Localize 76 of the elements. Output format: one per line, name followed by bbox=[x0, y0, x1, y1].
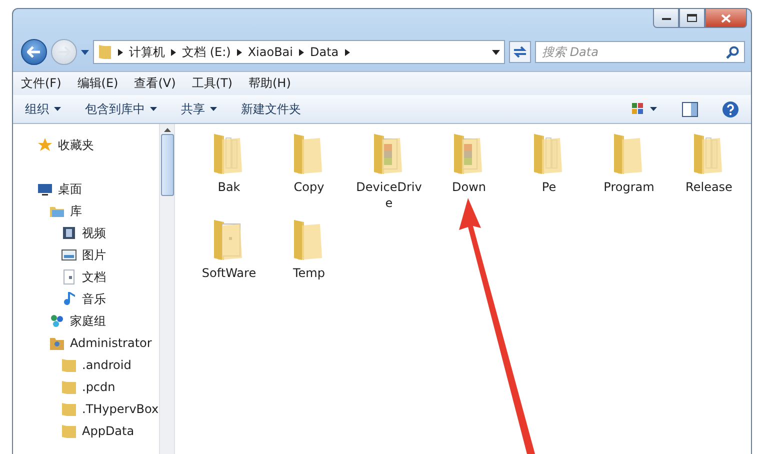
sidebar-item[interactable]: 库 bbox=[70, 202, 82, 220]
folder-name[interactable]: Down bbox=[434, 179, 504, 195]
homegroup-icon bbox=[49, 313, 65, 329]
folder-icon bbox=[61, 379, 77, 395]
search-field[interactable]: 搜索 Data bbox=[535, 41, 745, 63]
folder-name[interactable]: Pe bbox=[514, 179, 584, 195]
chevron-icon[interactable] bbox=[118, 48, 123, 56]
menu-item[interactable]: 编辑(E) bbox=[77, 75, 118, 92]
toolbar-button[interactable]: 组织 bbox=[25, 100, 61, 118]
chevron-icon[interactable] bbox=[171, 48, 176, 56]
breadcrumb[interactable]: 文档 (E:) bbox=[182, 44, 231, 60]
sidebar-item[interactable]: 视频 bbox=[82, 224, 106, 242]
breadcrumb[interactable]: Data bbox=[310, 45, 339, 59]
folder-icon bbox=[61, 401, 77, 417]
desktop-icon bbox=[37, 181, 53, 197]
folder-icon bbox=[61, 423, 77, 439]
sidebar-item[interactable]: 家庭组 bbox=[70, 312, 106, 330]
close-icon bbox=[721, 14, 731, 22]
folder-icon bbox=[61, 357, 77, 373]
caret-icon bbox=[150, 107, 157, 111]
sidebar-item[interactable]: 音乐 bbox=[82, 290, 106, 308]
folder-name[interactable]: Temp bbox=[274, 265, 344, 281]
help-icon[interactable] bbox=[722, 100, 739, 118]
toolbar-button[interactable]: 新建文件夹 bbox=[241, 100, 301, 118]
folder-name[interactable]: SoftWare bbox=[194, 265, 264, 281]
menu-item[interactable]: 查看(V) bbox=[134, 75, 176, 92]
scrollbar[interactable] bbox=[159, 124, 175, 454]
maximize-icon bbox=[687, 14, 697, 22]
sidebar-item[interactable]: .pcdn bbox=[82, 380, 116, 394]
sidebar-item[interactable]: 图片 bbox=[82, 246, 106, 264]
toolbar-button[interactable]: 共享 bbox=[181, 100, 217, 118]
picture-icon bbox=[61, 247, 77, 263]
maximize-button[interactable] bbox=[679, 9, 705, 28]
sidebar-item[interactable]: AppData bbox=[82, 424, 134, 438]
search-icon bbox=[726, 46, 739, 59]
back-button[interactable] bbox=[21, 39, 47, 65]
minimize-button[interactable] bbox=[653, 9, 679, 28]
folder-icon bbox=[98, 44, 112, 60]
breadcrumb[interactable]: 计算机 bbox=[129, 44, 165, 60]
minimize-icon bbox=[662, 16, 670, 20]
scroll-up-icon[interactable] bbox=[164, 128, 170, 132]
sidebar-item[interactable]: Administrator bbox=[70, 336, 152, 350]
folder-name[interactable]: DeviceDrive bbox=[354, 179, 424, 211]
folder-name[interactable]: Copy bbox=[274, 179, 344, 195]
sidebar-item[interactable]: 文档 bbox=[82, 268, 106, 286]
chevron-icon[interactable] bbox=[344, 48, 350, 56]
breadcrumb[interactable]: XiaoBai bbox=[248, 45, 293, 59]
caret-icon bbox=[210, 107, 217, 111]
refresh-icon[interactable] bbox=[509, 41, 531, 63]
folder-name[interactable]: Bak bbox=[194, 179, 264, 195]
close-button[interactable] bbox=[705, 9, 747, 28]
video-icon bbox=[61, 225, 77, 241]
menu-item[interactable]: 工具(T) bbox=[192, 75, 232, 92]
folder-name[interactable]: Release bbox=[674, 179, 744, 195]
scroll-thumb[interactable] bbox=[160, 134, 174, 196]
user-icon bbox=[49, 335, 65, 351]
sidebar-item[interactable]: 桌面 bbox=[58, 180, 82, 198]
sidebar-item[interactable]: .THypervBox bbox=[82, 402, 159, 416]
left-arrow-icon bbox=[27, 46, 41, 58]
sidebar-item[interactable]: 收藏夹 bbox=[58, 136, 94, 154]
caret-icon[interactable] bbox=[492, 50, 500, 54]
toolbar-button[interactable]: 包含到库中 bbox=[85, 100, 157, 118]
sidebar-item[interactable]: .android bbox=[82, 358, 132, 372]
caret-icon bbox=[54, 107, 61, 111]
right-arrow-icon bbox=[57, 46, 71, 58]
chevron-icon[interactable] bbox=[236, 48, 242, 56]
preview-pane-icon[interactable] bbox=[682, 102, 698, 116]
view-options-icon[interactable] bbox=[632, 102, 658, 116]
document-icon bbox=[61, 269, 77, 285]
star-icon bbox=[37, 137, 53, 153]
menu-item[interactable]: 文件(F) bbox=[21, 75, 62, 92]
chevron-icon[interactable] bbox=[298, 48, 304, 56]
address-field[interactable]: 计算机 文档 (E:) XiaoBai Data bbox=[93, 40, 505, 64]
folder-name[interactable]: Program bbox=[594, 179, 664, 195]
menu-item[interactable]: 帮助(H) bbox=[248, 75, 291, 92]
music-icon bbox=[64, 292, 75, 306]
